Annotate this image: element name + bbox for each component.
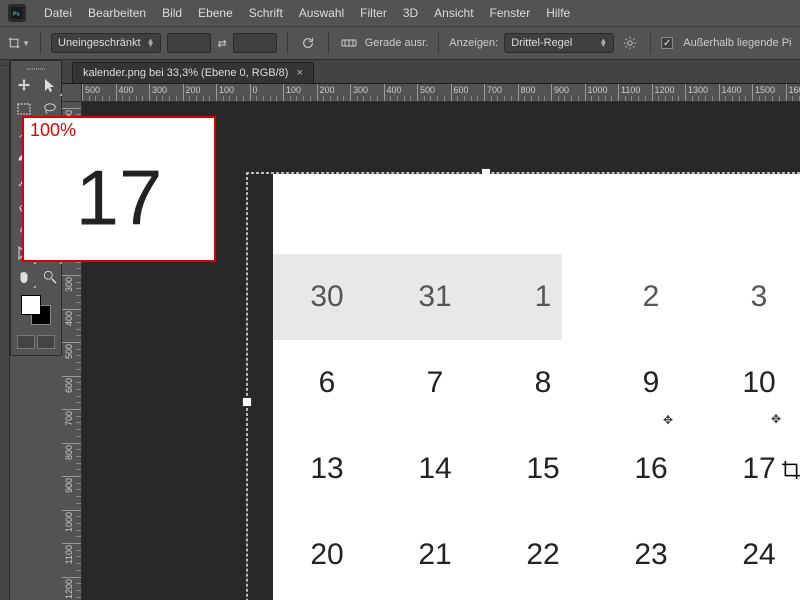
menu-hilfe[interactable]: Hilfe xyxy=(538,6,578,20)
swap-icon[interactable]: ⇄ xyxy=(217,37,226,50)
reset-crop-icon[interactable] xyxy=(298,33,318,53)
menu-datei[interactable]: Datei xyxy=(36,6,80,20)
zoom-tool[interactable] xyxy=(37,265,63,289)
separator xyxy=(40,32,41,54)
delete-outside-label: Außerhalb liegende Pi xyxy=(683,37,791,49)
document-tab[interactable]: kalender.png bei 33,3% (Ebene 0, RGB/8) … xyxy=(72,62,314,83)
zoom-preview-value: 17 xyxy=(76,152,163,243)
selection-tool[interactable] xyxy=(37,73,63,97)
menu-3d[interactable]: 3D xyxy=(395,6,426,20)
panel-grip[interactable] xyxy=(11,65,61,73)
ruler-horizontal[interactable]: 5004003002001000100200300400500600700800… xyxy=(82,84,800,102)
calendar-cell: 15 xyxy=(489,452,597,486)
calendar-cell: 7 xyxy=(381,366,489,400)
calendar-cell: 21 xyxy=(381,538,489,572)
calendar-cell: 31 xyxy=(381,280,489,314)
straighten-icon[interactable] xyxy=(339,33,359,53)
calendar-cell: 6 xyxy=(273,366,381,400)
calendar-cell: 14 xyxy=(381,452,489,486)
aspect-ratio-select[interactable]: Uneingeschränkt ▲▼ xyxy=(51,33,161,53)
app-logo[interactable]: Ps xyxy=(8,4,26,22)
overlay-view-select[interactable]: Drittel-Regel ▲▼ xyxy=(504,33,614,53)
options-bar: ▼ Uneingeschränkt ▲▼ ⇄ Gerade ausr. Anze… xyxy=(0,26,800,60)
separator xyxy=(287,32,288,54)
calendar-cell: 16 xyxy=(597,452,705,486)
collapsed-panel-strip[interactable] xyxy=(0,60,10,600)
crop-options-gear-icon[interactable] xyxy=(620,33,640,53)
svg-text:Ps: Ps xyxy=(13,12,20,18)
document-tabbar: kalender.png bei 33,3% (Ebene 0, RGB/8) … xyxy=(62,60,800,84)
calendar-cell: 24 xyxy=(705,538,800,572)
calendar-cell: 3 xyxy=(705,280,800,314)
separator xyxy=(650,32,651,54)
aspect-ratio-label: Uneingeschränkt xyxy=(58,37,141,49)
ruler-corner[interactable] xyxy=(62,84,82,102)
calendar-cell: 17 xyxy=(705,452,800,486)
foreground-color-swatch[interactable] xyxy=(21,295,41,315)
calendar-cell: 22 xyxy=(489,538,597,572)
move-tool[interactable] xyxy=(11,73,37,97)
separator xyxy=(328,32,329,54)
menu-schrift[interactable]: Schrift xyxy=(241,6,291,20)
document-tab-title: kalender.png bei 33,3% (Ebene 0, RGB/8) xyxy=(83,67,288,79)
menu-bild[interactable]: Bild xyxy=(154,6,190,20)
crop-boundary-left xyxy=(246,172,248,600)
calendar-cell: 30 xyxy=(273,280,381,314)
screenmode-toggle[interactable] xyxy=(37,335,55,349)
calendar-cell: 23 xyxy=(597,538,705,572)
document-page: 3031123 678910 1314151617 2021222324 272… xyxy=(273,174,800,600)
calendar-cell: 2 xyxy=(597,280,705,314)
overlay-view-value: Drittel-Regel xyxy=(511,37,572,49)
straighten-label[interactable]: Gerade ausr. xyxy=(365,37,429,49)
crop-handle[interactable] xyxy=(242,397,252,407)
menu-filter[interactable]: Filter xyxy=(352,6,395,20)
delete-outside-checkbox[interactable] xyxy=(661,37,673,49)
quickmask-toggle[interactable] xyxy=(17,335,35,349)
calendar-cell: 20 xyxy=(273,538,381,572)
calendar-cell: 13 xyxy=(273,452,381,486)
menu-fenster[interactable]: Fenster xyxy=(482,6,539,20)
calendar-cell: 10 xyxy=(705,366,800,400)
view-label: Anzeigen: xyxy=(449,37,498,49)
menu-ansicht[interactable]: Ansicht xyxy=(426,6,481,20)
crop-tool-icon[interactable]: ▼ xyxy=(8,32,30,54)
calendar-cell: 1 xyxy=(489,280,597,314)
zoom-percent-label: 100% xyxy=(30,120,76,141)
calendar-cell: 9 xyxy=(597,366,705,400)
chevron-down-icon: ▼ xyxy=(22,39,30,48)
crop-height-input[interactable] xyxy=(233,33,277,53)
menu-auswahl[interactable]: Auswahl xyxy=(291,6,352,20)
separator xyxy=(438,32,439,54)
menu-ebene[interactable]: Ebene xyxy=(190,6,241,20)
zoom-preview-overlay: 100% 17 xyxy=(22,116,216,262)
menu-bearbeiten[interactable]: Bearbeiten xyxy=(80,6,154,20)
menubar: Ps Datei Bearbeiten Bild Ebene Schrift A… xyxy=(0,0,800,26)
crop-width-input[interactable] xyxy=(167,33,211,53)
calendar-cell: 8 xyxy=(489,366,597,400)
hand-tool[interactable] xyxy=(11,265,37,289)
close-icon[interactable]: × xyxy=(296,67,302,79)
color-swatches[interactable] xyxy=(21,295,51,325)
